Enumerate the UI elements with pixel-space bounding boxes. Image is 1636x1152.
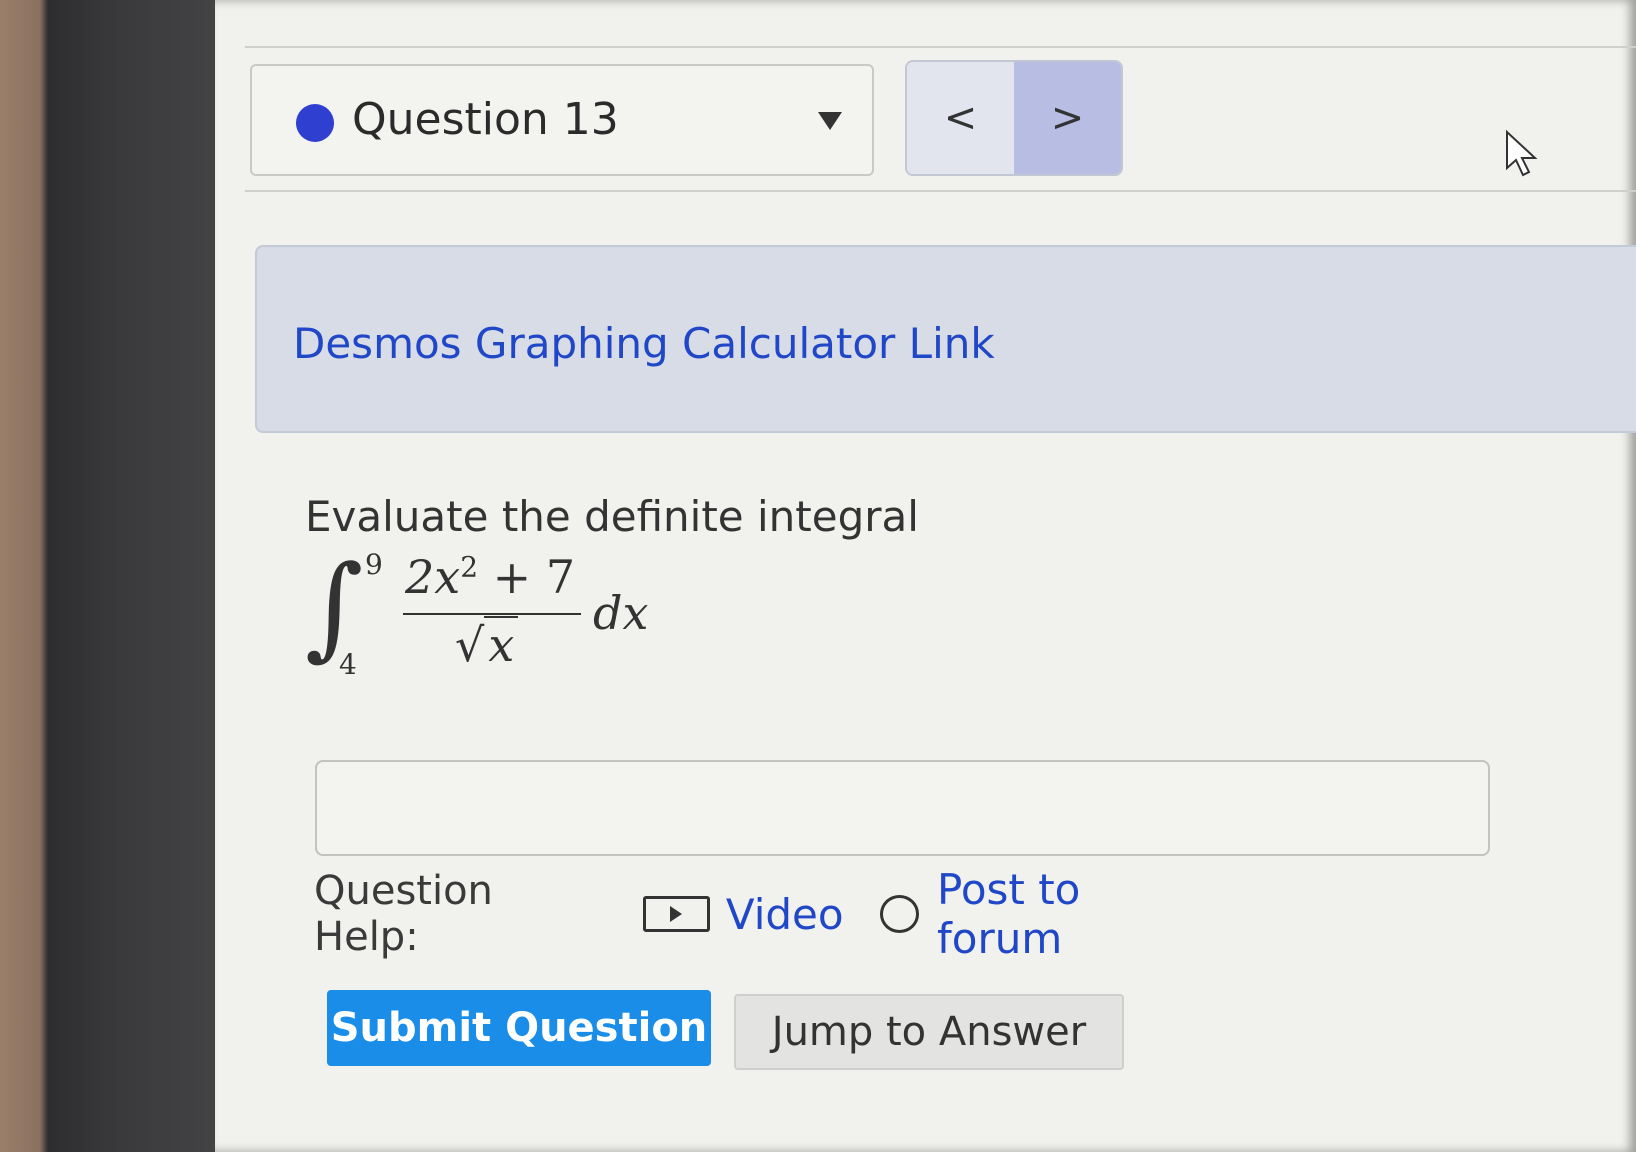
integral-lower-limit: 4 [339, 648, 357, 681]
next-question-button[interactable]: > [1014, 62, 1121, 174]
divider-nav [245, 190, 1636, 192]
divider-top [245, 46, 1636, 48]
speech-bubble-icon [879, 895, 919, 933]
question-prompt: Evaluate the definite integral [305, 492, 919, 541]
desmos-panel: Desmos Graphing Calculator Link [255, 245, 1636, 433]
question-help-row: Question Help: Video Post to forum [314, 865, 1214, 963]
monitor-bezel [0, 0, 245, 1152]
integral-upper-limit: 9 [365, 548, 383, 581]
fraction-bar [403, 613, 581, 615]
sqrt-icon: √ [455, 618, 485, 672]
integrand-numerator: 2x2 + 7 [405, 550, 575, 604]
answer-input[interactable] [315, 760, 1490, 856]
jump-to-answer-button[interactable]: Jump to Answer [734, 994, 1124, 1070]
previous-question-button[interactable]: < [907, 62, 1016, 174]
mouse-cursor-icon [1506, 130, 1538, 177]
integrand-denominator: √x [455, 616, 519, 672]
integral-expression: ∫ 9 4 2x2 + 7 √x dx [305, 542, 665, 698]
question-select-label: Question 13 [352, 94, 619, 145]
video-link[interactable]: Video [726, 890, 844, 939]
numerator-exponent: 2 [460, 550, 479, 584]
status-dot-icon [296, 104, 334, 142]
question-help-label: Question Help: [314, 868, 493, 960]
numerator-coefficient: 2x [405, 550, 461, 604]
video-icon [643, 896, 710, 932]
numerator-constant: + 7 [478, 550, 576, 604]
post-to-forum-link[interactable]: Post to forum [937, 865, 1214, 963]
question-select[interactable]: Question 13 [250, 64, 874, 176]
play-icon [670, 906, 683, 922]
desmos-calculator-link[interactable]: Desmos Graphing Calculator Link [293, 319, 995, 368]
submit-question-button[interactable]: Submit Question [327, 990, 711, 1066]
question-nav-group: < > [905, 60, 1123, 176]
denominator-variable: x [484, 616, 519, 672]
differential: dx [593, 586, 649, 640]
caret-down-icon [818, 112, 842, 130]
